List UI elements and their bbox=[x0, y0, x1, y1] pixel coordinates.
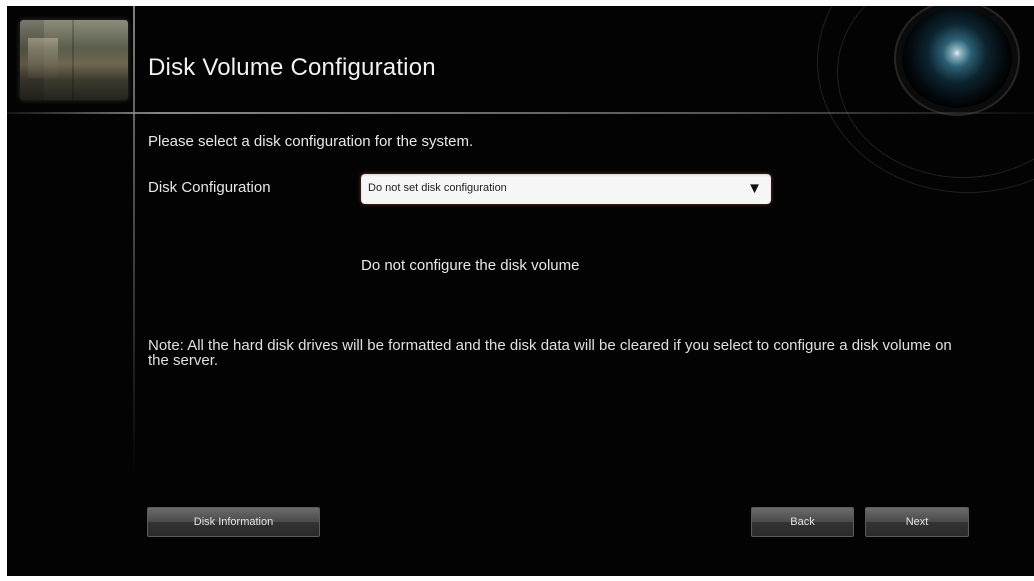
back-button[interactable]: Back bbox=[751, 507, 854, 537]
setup-wizard-screen: Disk Volume Configuration Please select … bbox=[7, 6, 1034, 576]
disk-configuration-selected-value: Do not set disk configuration bbox=[368, 182, 507, 194]
format-warning-note: Note: All the hard disk drives will be f… bbox=[148, 337, 952, 369]
camera-lens-icon bbox=[902, 8, 1012, 108]
next-button[interactable]: Next bbox=[865, 507, 969, 537]
disk-configuration-select[interactable]: Do not set disk configuration ▼ bbox=[361, 174, 771, 204]
instruction-text: Please select a disk configuration for t… bbox=[148, 133, 474, 150]
horizontal-divider bbox=[7, 112, 1034, 114]
page-title: Disk Volume Configuration bbox=[148, 54, 436, 81]
disk-information-button[interactable]: Disk Information bbox=[147, 507, 320, 537]
vertical-divider bbox=[133, 6, 135, 476]
disk-configuration-label: Disk Configuration bbox=[148, 179, 271, 196]
video-thumbnail-icon bbox=[20, 20, 128, 100]
configuration-description: Do not configure the disk volume bbox=[361, 257, 580, 274]
chevron-down-icon[interactable]: ▼ bbox=[747, 180, 762, 198]
